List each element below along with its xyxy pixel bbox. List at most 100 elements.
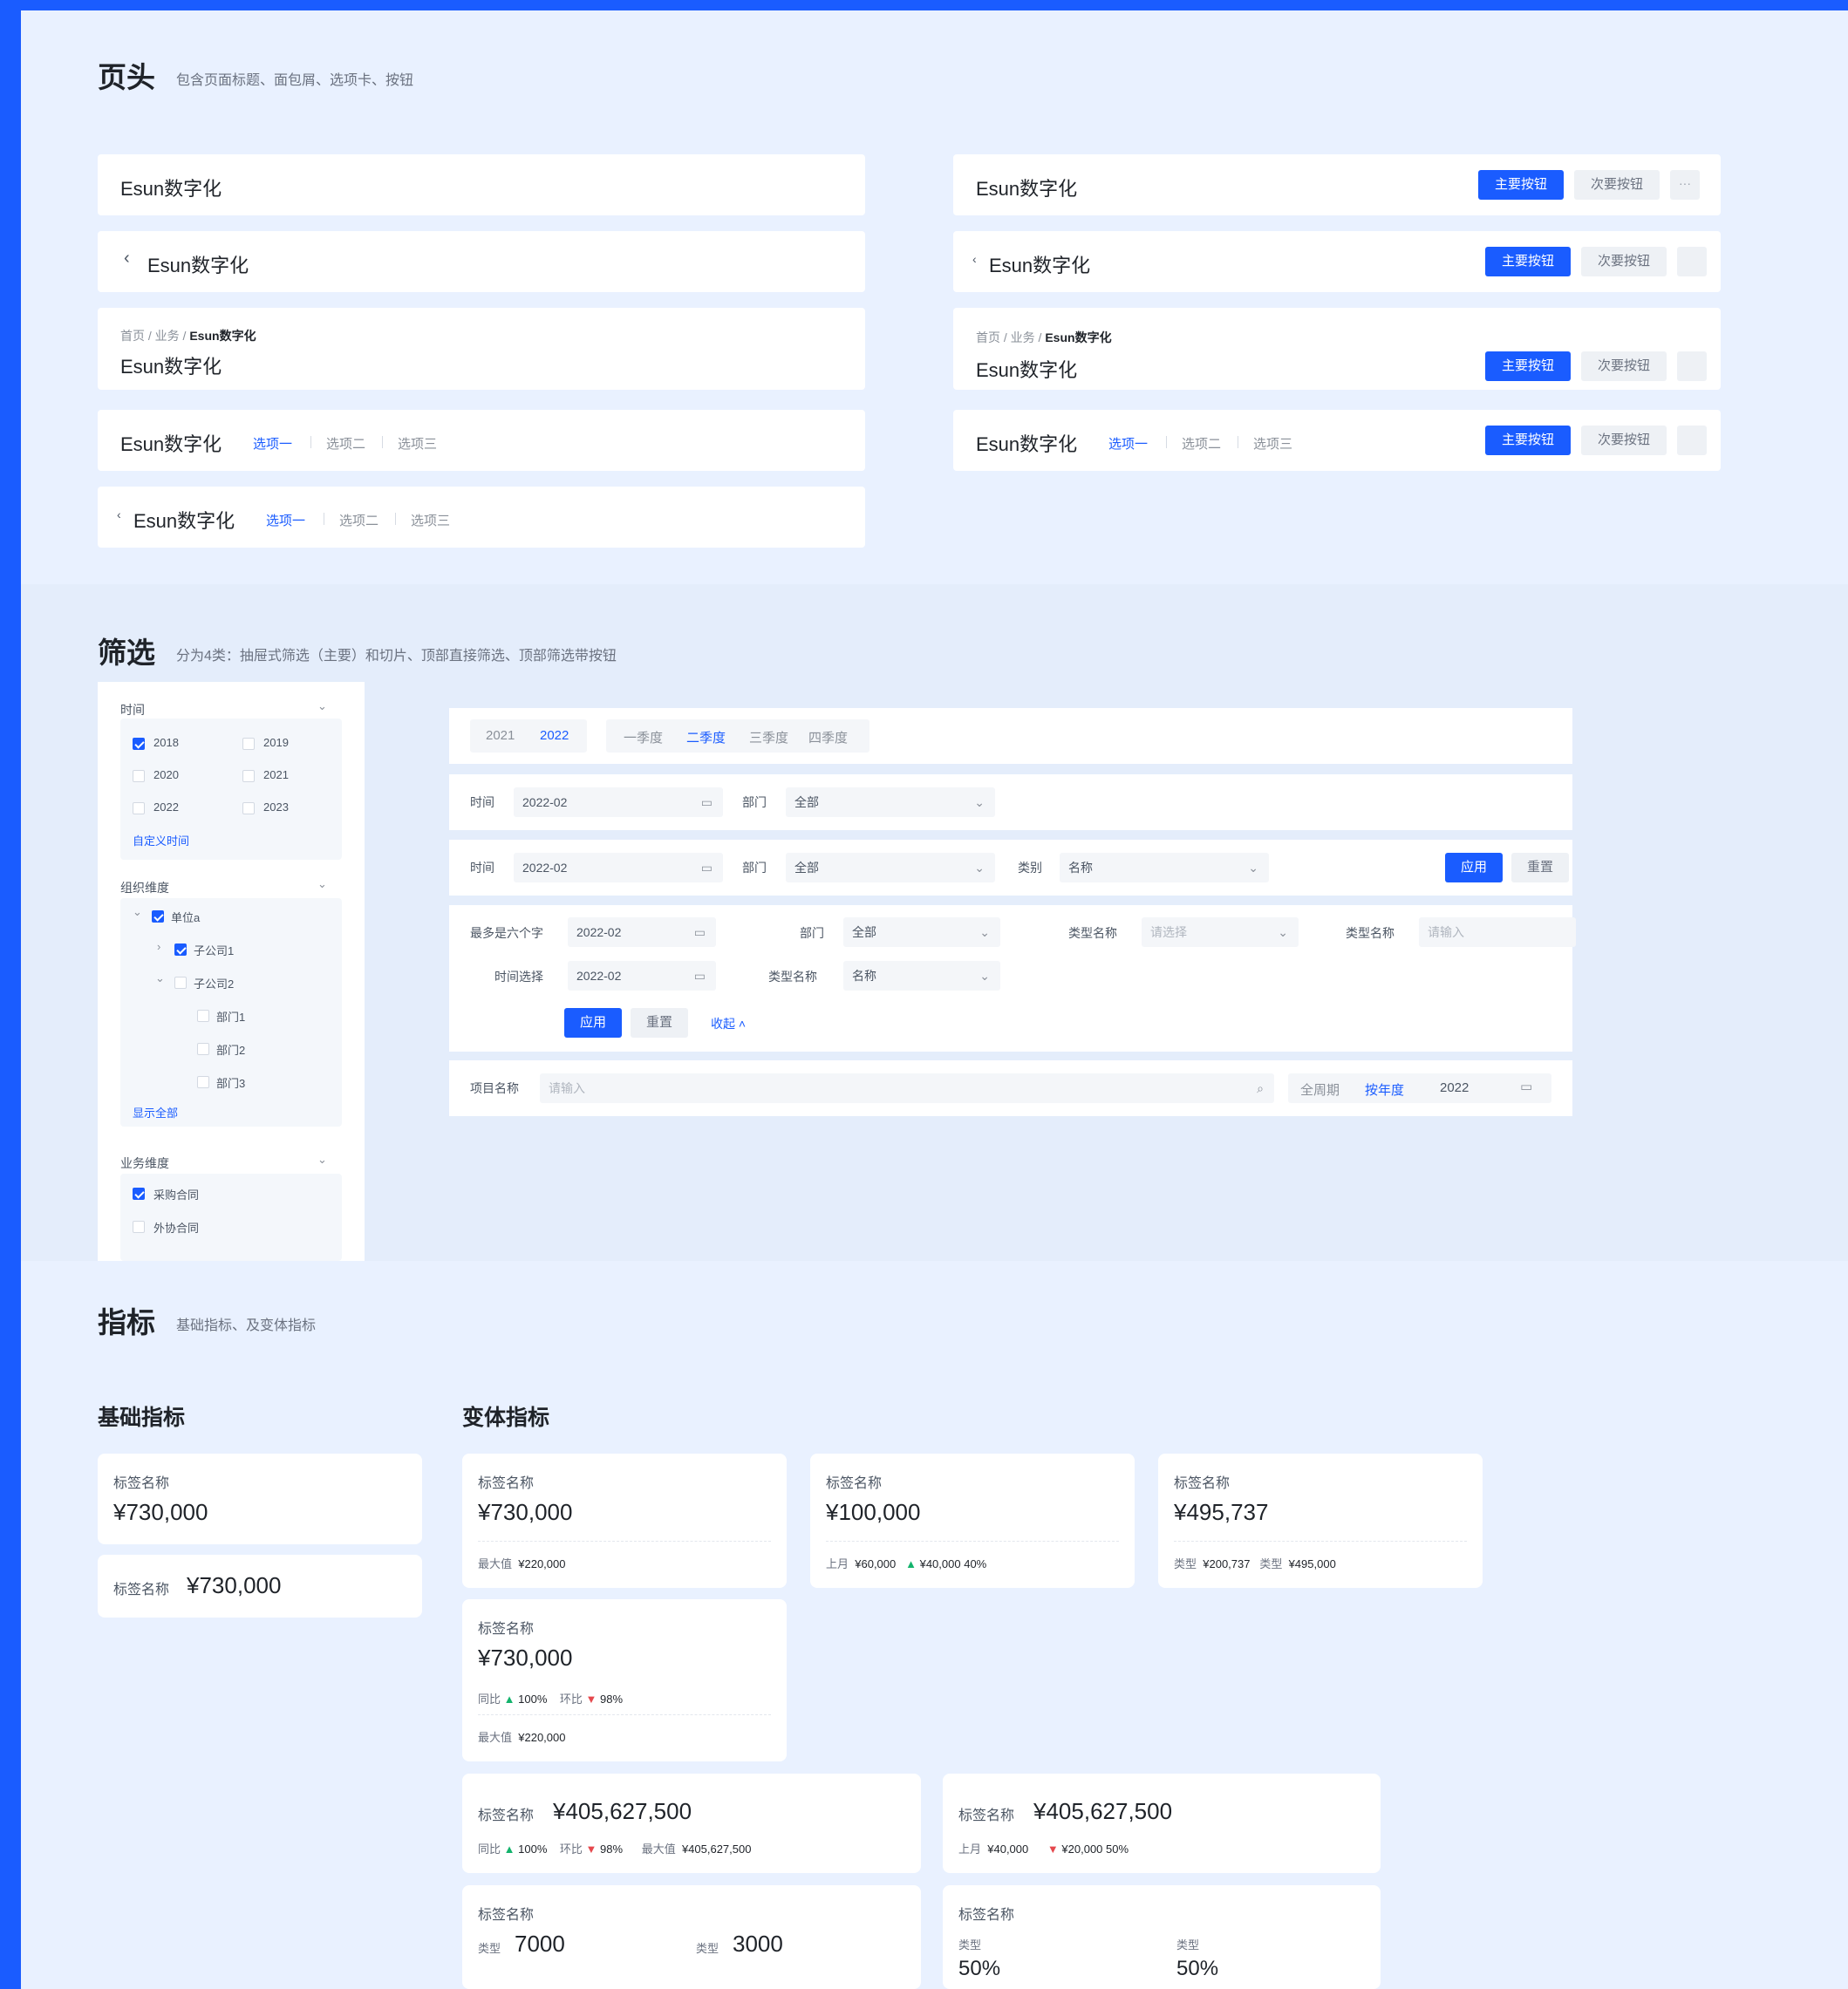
page-header-breadcrumb-buttons: 首页 / 业务 / Esun数字化 Esun数字化 主要按钮 次要按钮 [953, 308, 1721, 390]
tree-expand-icon[interactable]: ⌄ [155, 971, 165, 985]
chevron-down-icon[interactable]: ⌄ [317, 1153, 327, 1167]
date-picker[interactable]: 2022-02 ▭ [568, 917, 716, 947]
dept-select[interactable]: 全部 ⌄ [786, 787, 995, 817]
secondary-button[interactable]: 次要按钮 [1581, 351, 1667, 381]
field-label-time: 时间 [470, 795, 494, 809]
checkbox-org-root[interactable] [152, 910, 164, 923]
breadcrumb-item[interactable]: 业务 [155, 329, 180, 343]
date-picker[interactable]: 2022-02 ▭ [568, 961, 716, 991]
dept-select[interactable]: 全部 ⌄ [786, 853, 995, 882]
checkbox-2020[interactable] [133, 770, 145, 782]
sub-label: 同比 [478, 1693, 501, 1706]
checkbox-dept1[interactable] [197, 1010, 209, 1022]
tab-option-2[interactable]: 选项二 [326, 434, 365, 453]
quarter-option-active[interactable]: 二季度 [686, 728, 726, 746]
breadcrumb-item[interactable]: 首页 [976, 330, 1000, 344]
checkbox-biz-1[interactable] [133, 1188, 145, 1200]
more-button[interactable] [1677, 247, 1707, 276]
back-chevron-icon[interactable]: ‹ [124, 249, 130, 269]
checkbox-2019[interactable] [242, 738, 255, 750]
year-value[interactable]: 2022 [1440, 1080, 1469, 1095]
checkbox-2018[interactable] [133, 738, 145, 750]
sub-value: 98% [599, 1693, 624, 1706]
tab-option-2[interactable]: 选项二 [339, 511, 378, 529]
sub-label: 最大值 [478, 1557, 513, 1570]
type-select[interactable]: 名称 ⌄ [1060, 853, 1269, 882]
project-search-input[interactable]: 请输入 ⌕ [540, 1073, 1274, 1103]
metric-card-inline: 标签名称 ¥730,000 [98, 1555, 422, 1618]
metric-card-two-values: 标签名称 类型 7000 类型 3000 [462, 1885, 921, 1989]
checkbox-dept2[interactable] [197, 1043, 209, 1055]
checkbox-2021[interactable] [242, 770, 255, 782]
primary-button[interactable]: 主要按钮 [1478, 170, 1564, 200]
year-option[interactable]: 2021 [486, 728, 515, 743]
year-option-active[interactable]: 2022 [540, 728, 569, 743]
more-button[interactable] [1677, 351, 1707, 381]
metric-value: ¥405,627,500 [1033, 1798, 1173, 1824]
reset-button[interactable]: 重置 [1511, 853, 1569, 882]
date-picker[interactable]: 2022-02 ▭ [514, 787, 723, 817]
tab-option-3[interactable]: 选项三 [398, 434, 437, 453]
quarter-option[interactable]: 三季度 [749, 728, 788, 746]
breadcrumb-item[interactable]: 业务 [1011, 330, 1035, 344]
checkbox-dept3[interactable] [197, 1076, 209, 1088]
primary-button[interactable]: 主要按钮 [1485, 247, 1571, 276]
delta-value: ¥20,000 [1061, 1843, 1103, 1856]
show-all-link[interactable]: 显示全部 [133, 1104, 178, 1121]
period-segment: 全周期 按年度 2022 ▭ [1288, 1073, 1551, 1103]
metric-value: 3000 [733, 1931, 783, 1957]
chevron-down-icon[interactable]: ⌄ [317, 699, 327, 713]
tab-option-3[interactable]: 选项三 [1253, 434, 1292, 453]
custom-time-link[interactable]: 自定义时间 [133, 832, 189, 848]
breadcrumb-item[interactable]: 首页 [120, 329, 145, 343]
apply-button[interactable]: 应用 [1445, 853, 1503, 882]
metric-label: 标签名称 [958, 1908, 1015, 1923]
tree-node-label: 部门3 [216, 1077, 246, 1090]
page-title: Esun数字化 [120, 356, 222, 378]
typename-input[interactable]: 请输入 [1419, 917, 1576, 947]
tab-option-1[interactable]: 选项一 [253, 434, 292, 453]
secondary-button[interactable]: 次要按钮 [1574, 170, 1660, 200]
chevron-down-icon[interactable]: ⌄ [317, 877, 327, 891]
page-header-simple: Esun数字化 [98, 154, 865, 215]
secondary-button[interactable]: 次要按钮 [1581, 426, 1667, 455]
back-chevron-icon[interactable]: ‹ [117, 507, 121, 521]
secondary-button[interactable]: 次要按钮 [1581, 247, 1667, 276]
checkbox-biz-2[interactable] [133, 1221, 145, 1233]
tree-expand-icon[interactable]: ⌄ [133, 905, 142, 919]
sub-label: 上月 [826, 1557, 849, 1570]
checkbox-child2[interactable] [174, 977, 187, 989]
reset-button[interactable]: 重置 [631, 1008, 688, 1038]
date-picker[interactable]: 2022-02 ▭ [514, 853, 723, 882]
quarter-option[interactable]: 四季度 [808, 728, 848, 746]
period-option-active[interactable]: 按年度 [1365, 1080, 1404, 1099]
typename-select[interactable]: 请选择 ⌄ [1142, 917, 1299, 947]
metric-sub: 类型 ¥200,737 类型 ¥495,000 [1174, 1555, 1336, 1571]
field-label: 最多是六个字 [470, 926, 543, 940]
primary-button[interactable]: 主要按钮 [1485, 426, 1571, 455]
metric-card-types: 标签名称 ¥495,737 类型 ¥200,737 类型 ¥495,000 [1158, 1454, 1483, 1588]
period-option[interactable]: 全周期 [1300, 1080, 1340, 1099]
checkbox-2022[interactable] [133, 802, 145, 814]
tab-option-1[interactable]: 选项一 [266, 511, 305, 529]
checkbox-child1[interactable] [174, 943, 187, 956]
field-label-dept: 部门 [800, 926, 824, 940]
tab-option-2[interactable]: 选项二 [1182, 434, 1221, 453]
apply-button[interactable]: 应用 [564, 1008, 622, 1038]
primary-button[interactable]: 主要按钮 [1485, 351, 1571, 381]
tab-divider [395, 513, 396, 525]
more-button[interactable] [1677, 426, 1707, 455]
arrow-up-icon: ▲ [503, 1843, 515, 1856]
more-button[interactable]: ··· [1670, 170, 1700, 200]
collapse-link[interactable]: 收起 ˄ [711, 1015, 746, 1032]
back-chevron-icon[interactable]: ‹ [972, 252, 977, 266]
calendar-icon[interactable]: ▭ [1520, 1079, 1532, 1094]
typename-select[interactable]: 名称 ⌄ [843, 961, 1000, 991]
checkbox-2023[interactable] [242, 802, 255, 814]
dept-select[interactable]: 全部 ⌄ [843, 917, 1000, 947]
tab-option-1[interactable]: 选项一 [1108, 434, 1148, 453]
quarter-option[interactable]: 一季度 [624, 728, 663, 746]
canvas: 页头 包含页面标题、面包屑、选项卡、按钮 Esun数字化 ‹ Esun数字化 首… [21, 10, 1848, 1989]
tab-option-3[interactable]: 选项三 [411, 511, 450, 529]
tree-collapse-icon[interactable]: › [157, 940, 160, 953]
